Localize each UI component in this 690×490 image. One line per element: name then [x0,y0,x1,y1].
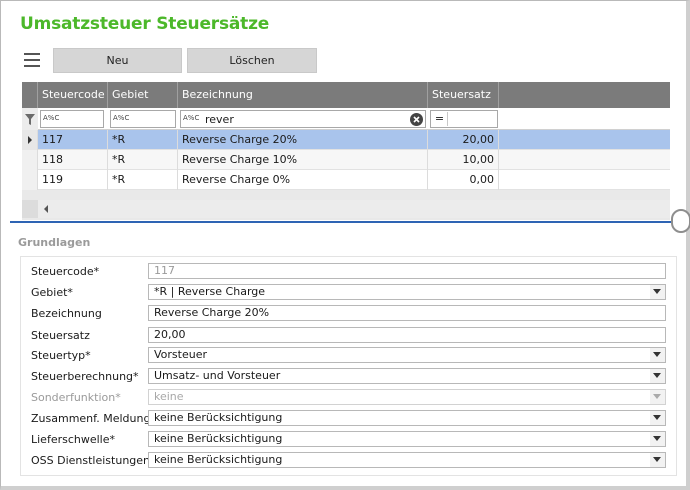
filter-mode-label[interactable]: A%C [113,114,129,122]
column-header-gebiet[interactable]: Gebiet [108,82,178,108]
gebiet-select[interactable]: *R | Reverse Charge [148,284,666,300]
lieferschwelle-value: keine Berücksichtigung [154,432,283,445]
cell-steuersatz: 20,00 [428,130,499,150]
chevron-down-icon[interactable] [650,411,665,425]
new-button[interactable]: Neu [53,48,182,73]
column-header-bezeichnung[interactable]: Bezeichnung [178,82,428,108]
cell-bezeichnung: Reverse Charge 0% [178,170,428,190]
filter-row: A%C A%C A%C rever = [22,108,670,130]
steuertyp-select[interactable]: Vorsteuer [148,347,666,363]
column-header-steuercode[interactable]: Steuercode [38,82,108,108]
cell-steuercode: 119 [38,170,108,190]
filter-icon[interactable] [22,108,38,130]
lieferschwelle-select[interactable]: keine Berücksichtigung [148,431,666,447]
oss-dienstleistungen-value: keine Berücksichtigung [154,453,283,466]
gebiet-value: *R | Reverse Charge [154,285,266,298]
scrollbar-corner [22,200,38,218]
label-lieferschwelle: Lieferschwelle* [31,433,116,446]
steuercode-value: 117 [154,264,175,277]
table-row[interactable]: 119 *R Reverse Charge 0% 0,00 [22,170,670,190]
cell-bezeichnung: Reverse Charge 20% [178,130,428,150]
sonderfunktion-select: keine [148,389,666,405]
collapse-panel-icon[interactable] [671,209,690,233]
horizontal-scrollbar[interactable] [22,200,670,218]
label-sonderfunktion: Sonderfunktion* [31,391,121,404]
chevron-down-icon[interactable] [650,369,665,383]
header-indicator [22,82,38,108]
steuersatz-field[interactable]: 20,00 [148,327,666,343]
cell-gebiet: *R [108,130,178,150]
cell-steuersatz: 0,00 [428,170,499,190]
cell-gebiet: *R [108,170,178,190]
section-title: Grundlagen [18,236,91,249]
clear-filter-icon[interactable] [410,113,423,126]
filter-gebiet[interactable]: A%C [110,110,176,128]
label-oss-dienstleistungen: OSS Dienstleistungen* [31,454,156,467]
table-row[interactable]: 118 *R Reverse Charge 10% 10,00 [22,150,670,170]
page-title: Umsatzsteuer Steuersätze [20,14,270,34]
label-zusammenf-meldung: Zusammenf. Meldung* [31,412,156,425]
row-indicator [22,170,38,190]
chevron-down-icon [650,390,665,404]
label-steuercode: Steuercode* [31,265,100,278]
filter-operator[interactable]: = [432,112,448,126]
splitter-line[interactable] [10,221,675,223]
filter-mode-label[interactable]: A%C [183,114,199,122]
row-indicator [22,130,38,150]
cell-steuercode: 118 [38,150,108,170]
steuercode-field[interactable]: 117 [148,263,666,279]
chevron-down-icon[interactable] [650,453,665,467]
filter-bezeichnung-value: rever [205,113,234,126]
steuertyp-value: Vorsteuer [154,348,207,361]
cell-steuersatz: 10,00 [428,150,499,170]
zusammenf-meldung-value: keine Berücksichtigung [154,411,283,424]
bezeichnung-value: Reverse Charge 20% [154,306,270,319]
cell-gebiet: *R [108,150,178,170]
filter-steuersatz[interactable]: = [430,110,498,128]
chevron-down-icon[interactable] [650,348,665,362]
steuerberechnung-select[interactable]: Umsatz- und Vorsteuer [148,368,666,384]
cell-steuercode: 117 [38,130,108,150]
tax-rate-grid: Steuercode Gebiet Bezeichnung Steuersatz… [22,82,670,220]
label-steuersatz: Steuersatz [31,329,90,342]
filter-bezeichnung[interactable]: A%C rever [180,110,426,128]
label-gebiet: Gebiet* [31,286,73,299]
label-steuerberechnung: Steuerberechnung* [31,370,139,383]
delete-button[interactable]: Löschen [187,48,317,73]
steuersatz-value: 20,00 [154,328,186,341]
oss-dienstleistungen-select[interactable]: keine Berücksichtigung [148,452,666,468]
sonderfunktion-value: keine [154,390,184,403]
grid-header: Steuercode Gebiet Bezeichnung Steuersatz [22,82,670,108]
steuerberechnung-value: Umsatz- und Vorsteuer [154,369,281,382]
chevron-down-icon[interactable] [650,432,665,446]
zusammenf-meldung-select[interactable]: keine Berücksichtigung [148,410,666,426]
filter-mode-label[interactable]: A%C [43,114,59,122]
hamburger-icon[interactable] [24,53,40,67]
bezeichnung-field[interactable]: Reverse Charge 20% [148,305,666,321]
filter-steuercode[interactable]: A%C [40,110,104,128]
table-row[interactable]: 117 *R Reverse Charge 20% 20,00 [22,130,670,150]
scroll-left-icon[interactable] [42,205,50,213]
row-indicator [22,150,38,170]
column-header-steuersatz[interactable]: Steuersatz [428,82,499,108]
cell-bezeichnung: Reverse Charge 10% [178,150,428,170]
chevron-down-icon[interactable] [650,285,665,299]
label-steuertyp: Steuertyp* [31,349,91,362]
label-bezeichnung: Bezeichnung [31,307,102,320]
